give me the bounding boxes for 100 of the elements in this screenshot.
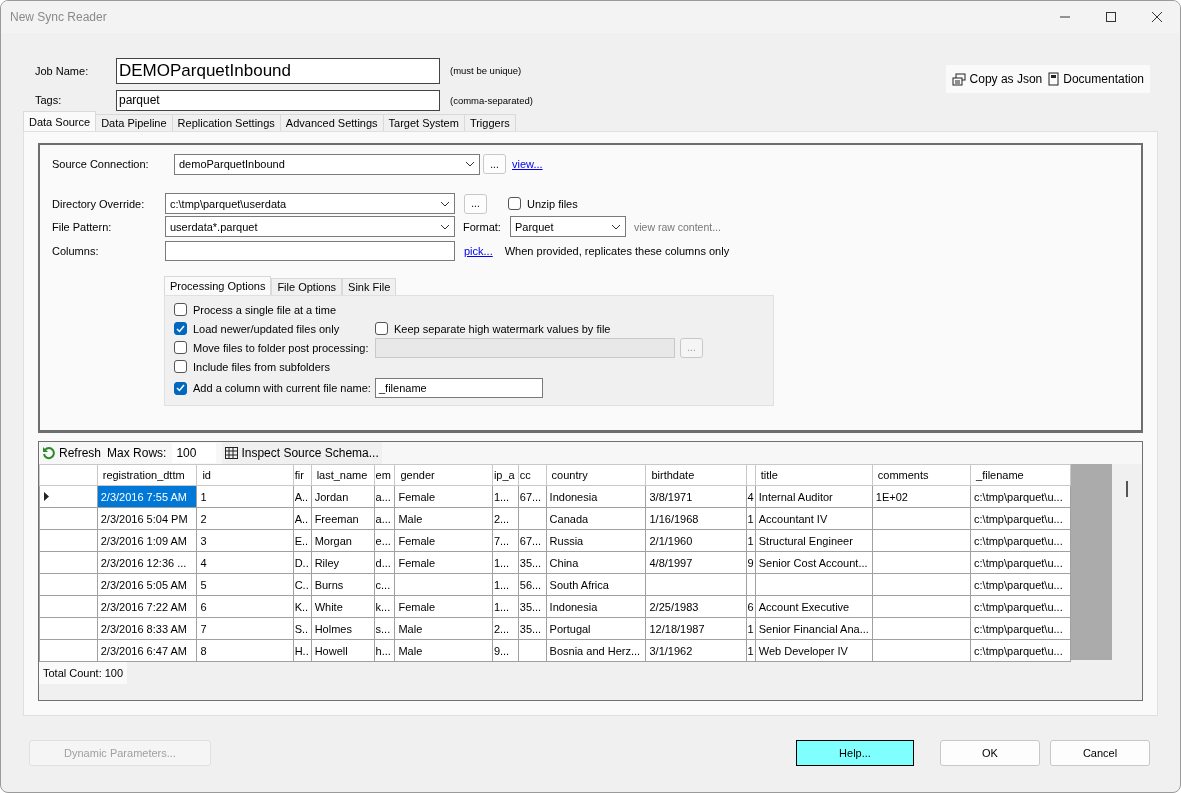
columns-field[interactable]	[165, 241, 455, 261]
table-cell: Freeman	[311, 507, 375, 530]
checkbox-label[interactable]: Add a column with current file name:	[174, 381, 371, 395]
column-header[interactable]: registration_dttm	[97, 464, 197, 486]
checkbox[interactable]	[174, 303, 187, 316]
table-cell: 5	[196, 573, 294, 596]
table-cell: Web Developer IV	[755, 639, 873, 662]
checkbox[interactable]	[174, 360, 187, 373]
row-header[interactable]	[39, 507, 98, 530]
column-header[interactable]: comments	[872, 464, 971, 486]
job-name-field[interactable]: DEMOParquetInbound	[116, 57, 440, 84]
checkbox[interactable]	[174, 322, 187, 335]
toolbar-button[interactable]: Documentation	[1048, 72, 1144, 86]
table-cell: c:\tmp\parquet\u...	[970, 507, 1071, 530]
tab[interactable]: Processing Options	[164, 276, 272, 295]
view-link[interactable]: view...	[512, 158, 543, 170]
checkbox-label[interactable]: Unzip files	[508, 197, 578, 210]
tab[interactable]: Replication Settings	[171, 114, 281, 131]
table-cell: Russia	[546, 529, 646, 552]
tab[interactable]: Target System	[382, 114, 465, 131]
refresh-icon	[42, 446, 56, 460]
checkbox-label[interactable]: Load newer/updated files only	[174, 322, 340, 335]
row-header[interactable]	[39, 529, 98, 552]
tab[interactable]: Advanced Settings	[279, 114, 384, 131]
table-cell: 1/16/1968	[645, 507, 747, 530]
column-header[interactable]: _filename	[970, 464, 1071, 486]
column-header[interactable]: gender	[394, 464, 493, 486]
field-label: Columns:	[52, 245, 100, 257]
tab[interactable]: Triggers	[463, 114, 516, 131]
tab[interactable]: Data Pipeline	[95, 114, 173, 131]
pick-link[interactable]: pick...	[464, 245, 493, 257]
refresh-button[interactable]: Refresh	[42, 446, 102, 460]
browse-button[interactable]: ...	[483, 154, 506, 174]
table-cell: E..	[293, 529, 312, 552]
dialog-button[interactable]: Help...	[796, 740, 914, 766]
table-cell: 12/18/1987	[645, 617, 747, 640]
column-header[interactable]	[746, 464, 756, 486]
row-header[interactable]	[39, 573, 98, 596]
column-header[interactable]: cc	[518, 464, 547, 486]
row-header[interactable]	[39, 639, 98, 662]
checkbox-label[interactable]: Include files from subfolders	[174, 360, 330, 373]
table-cell: 1	[746, 507, 756, 530]
table-cell: c:\tmp\parquet\u...	[970, 529, 1071, 552]
checkbox[interactable]	[174, 341, 187, 354]
dialog-button[interactable]: OK	[940, 740, 1040, 766]
inspect-schema-button[interactable]: Inspect Source Schema...	[222, 442, 382, 464]
column-header[interactable]: title	[755, 464, 873, 486]
row-header[interactable]	[39, 595, 98, 618]
tab[interactable]: File Options	[271, 278, 343, 295]
table-cell: D..	[293, 551, 312, 574]
text-field[interactable]: _filename	[375, 378, 543, 398]
checkbox[interactable]	[508, 197, 521, 210]
table-cell: South Africa	[546, 573, 646, 596]
table-cell: c:\tmp\parquet\u...	[970, 595, 1071, 618]
checkbox-label[interactable]: Move files to folder post processing:	[174, 341, 369, 354]
table-cell: d...	[374, 551, 395, 574]
view-raw-link[interactable]: view raw content...	[634, 220, 721, 233]
checkbox-label[interactable]: Keep separate high watermark values by file	[375, 322, 611, 335]
max-rows-field[interactable]: 100	[172, 443, 217, 463]
toolbar-button[interactable]: Copy as Json	[951, 72, 1043, 86]
field-label: Directory Override:	[52, 197, 146, 210]
table-cell: Male	[394, 617, 493, 640]
table-cell: Male	[394, 639, 493, 662]
table-cell: k...	[374, 595, 395, 618]
format-dropdown[interactable]: Parquet	[510, 216, 626, 237]
browse-button[interactable]: ...	[464, 193, 487, 214]
checkbox[interactable]	[375, 322, 388, 335]
scrollbar-thumb[interactable]	[1126, 481, 1129, 497]
tab[interactable]: Sink File	[342, 278, 397, 295]
column-header[interactable]: birthdate	[645, 464, 747, 486]
row-header[interactable]	[39, 485, 98, 508]
column-header[interactable]: ip_a	[492, 464, 519, 486]
row-header[interactable]	[39, 617, 98, 640]
table-cell: h...	[374, 639, 395, 662]
pattern-dropdown[interactable]: userdata*.parquet	[165, 216, 455, 237]
column-header[interactable]: country	[546, 464, 646, 486]
table-cell: c:\tmp\parquet\u...	[970, 485, 1071, 508]
tags-field[interactable]: parquet	[116, 89, 440, 111]
column-header[interactable]: id	[196, 464, 294, 486]
table-cell: 6	[196, 595, 294, 618]
document-icon	[1048, 72, 1060, 86]
table-cell: A..	[293, 485, 312, 508]
tab[interactable]: Data Source	[23, 111, 97, 131]
table-cell: H..	[293, 639, 312, 662]
column-header[interactable]: last_name	[311, 464, 375, 486]
table-cell: Riley	[311, 551, 375, 574]
table-cell: 2/3/2016 7:22 AM	[97, 595, 197, 618]
field-label: Source Connection:	[52, 158, 150, 170]
table-cell: 67...	[518, 529, 547, 552]
table-cell: 67...	[518, 485, 547, 508]
dialog-button[interactable]: Cancel	[1050, 740, 1150, 766]
checkbox-label[interactable]: Process a single file at a time	[174, 303, 337, 316]
checkbox[interactable]	[174, 381, 187, 395]
connection-dropdown[interactable]: demoParquetInbound	[174, 153, 480, 175]
table-cell: 9...	[492, 639, 519, 662]
table-cell: Internal Auditor	[755, 485, 873, 508]
directory-dropdown[interactable]: c:\tmp\parquet\userdata	[165, 193, 455, 214]
row-header[interactable]	[39, 551, 98, 574]
column-header[interactable]: em	[374, 464, 395, 486]
table-cell: Portugal	[546, 617, 646, 640]
